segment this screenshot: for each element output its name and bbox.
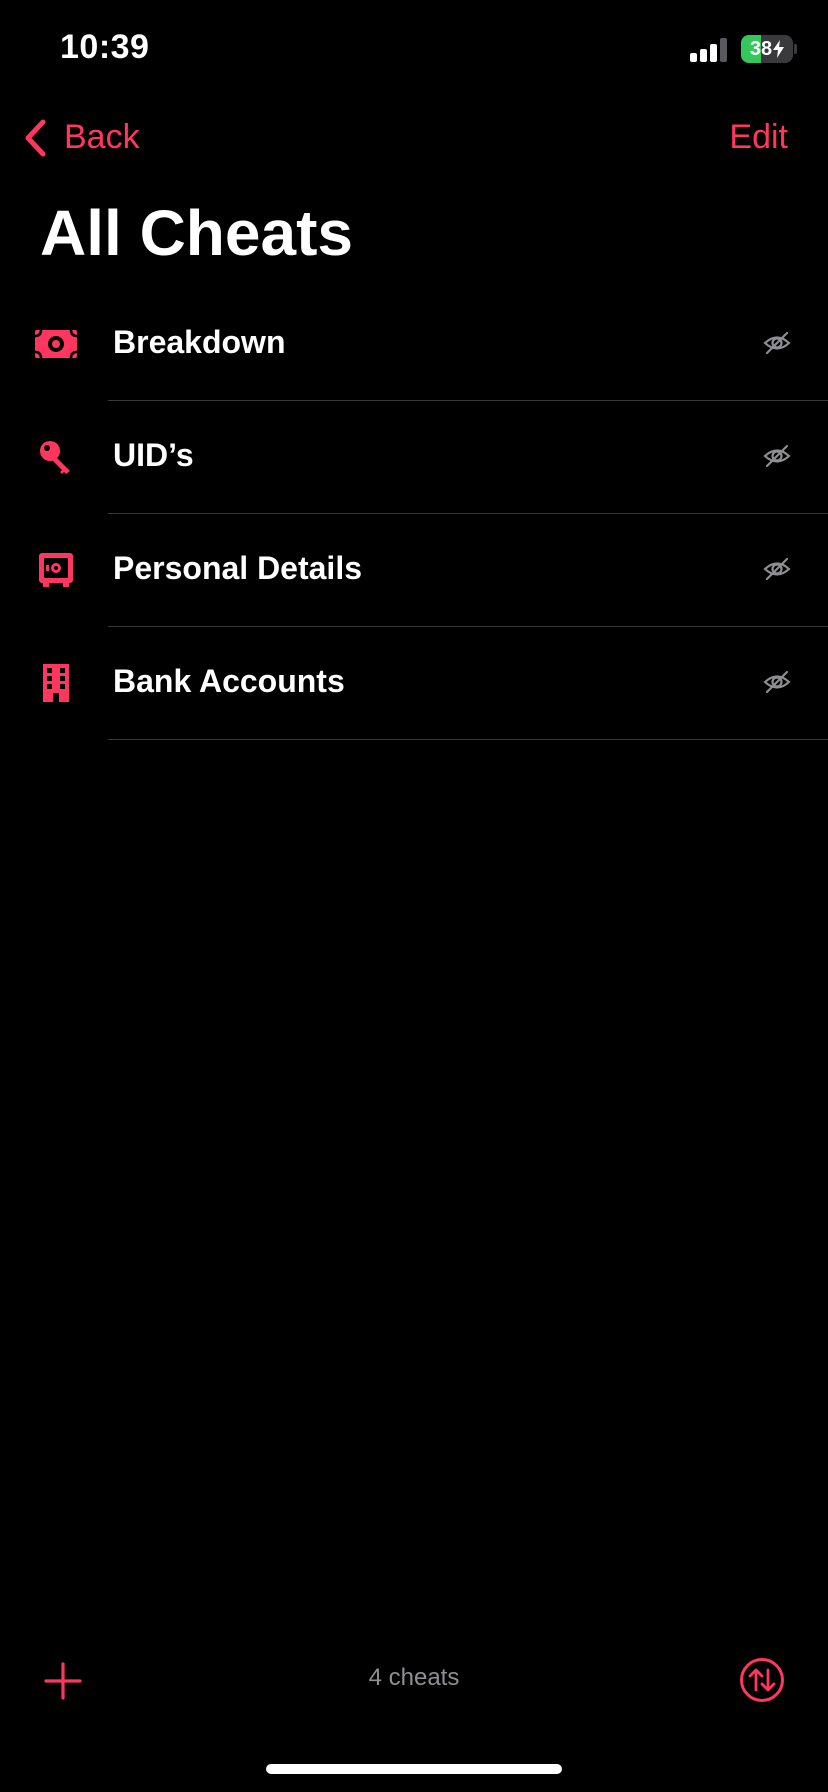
- sort-arrows-icon[interactable]: [739, 1657, 785, 1703]
- chevron-left-icon: [25, 119, 46, 156]
- eye-slash-icon[interactable]: [762, 554, 792, 584]
- row-divider: [108, 739, 828, 740]
- list-item[interactable]: UID’s: [0, 401, 828, 514]
- key-icon: [40, 441, 70, 474]
- back-button[interactable]: Back: [24, 118, 140, 157]
- status-time: 10:39: [60, 28, 150, 66]
- battery-percent: 38: [749, 37, 773, 60]
- cheats-list: Breakdown UID’s Personal Details Bank Ac…: [0, 288, 828, 740]
- list-item-label: Bank Accounts: [113, 663, 345, 699]
- edit-button[interactable]: Edit: [729, 118, 788, 157]
- cheat-count: 4 cheats: [368, 1664, 460, 1691]
- list-item[interactable]: Breakdown: [0, 288, 828, 401]
- list-item[interactable]: Bank Accounts: [0, 627, 828, 740]
- eye-slash-icon[interactable]: [762, 328, 792, 358]
- status-bar: 10:39 38: [0, 0, 828, 100]
- eye-slash-icon[interactable]: [762, 667, 792, 697]
- page-title: All Cheats: [40, 197, 353, 269]
- back-label: Back: [64, 118, 140, 156]
- list-item-label: UID’s: [113, 437, 194, 473]
- list-item-label: Personal Details: [113, 550, 362, 586]
- battery-indicator: 38: [741, 35, 793, 63]
- cellular-signal-icon: [690, 38, 727, 62]
- eye-slash-icon[interactable]: [762, 441, 792, 471]
- list-item[interactable]: Personal Details: [0, 514, 828, 627]
- list-item-label: Breakdown: [113, 324, 286, 360]
- charging-bolt-icon: [773, 40, 785, 58]
- building-icon: [43, 664, 69, 702]
- money-bill-icon: [35, 330, 77, 358]
- safe-icon: [39, 553, 73, 587]
- battery-cap: [794, 44, 797, 54]
- home-indicator[interactable]: [266, 1764, 562, 1774]
